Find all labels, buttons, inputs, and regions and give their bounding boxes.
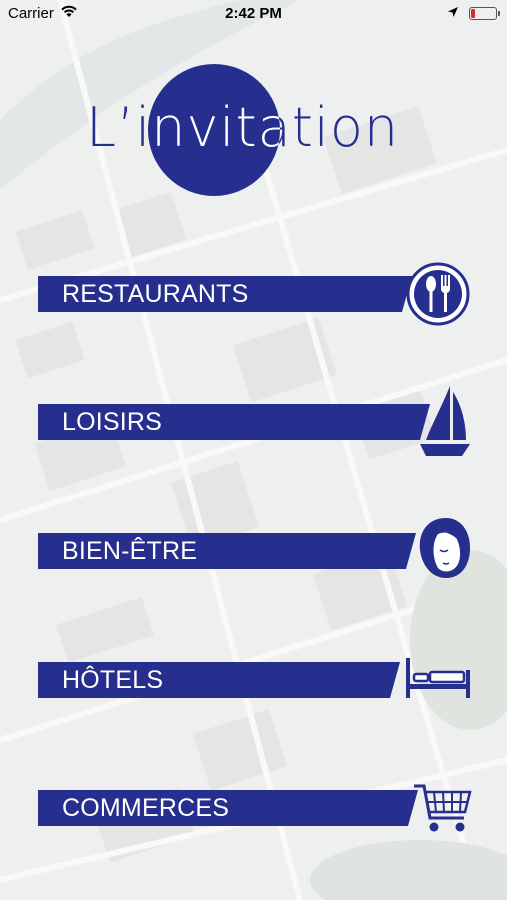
menu-label-hotels: HÔTELS (62, 666, 164, 694)
status-bar: Carrier 2:42 PM (0, 0, 507, 28)
shopping-cart-icon (412, 780, 474, 836)
clock: 2:42 PM (225, 5, 282, 22)
menu-item-restaurants[interactable]: RESTAURANTS (38, 262, 478, 332)
menu-label-commerces: COMMERCES (62, 794, 230, 822)
menu-label-restaurants: RESTAURANTS (62, 280, 249, 308)
menu-item-loisirs[interactable]: LOISIRS (38, 384, 478, 456)
sailboat-icon (416, 384, 474, 460)
menu-item-hotels[interactable]: HÔTELS (38, 648, 478, 718)
battery-level (471, 9, 475, 18)
woman-face-icon (416, 516, 472, 580)
battery-icon (469, 7, 500, 20)
menu-item-bien-etre[interactable]: BIEN-ÊTRE (38, 516, 478, 586)
menu-label-bien-etre: BIEN-ÊTRE (62, 537, 198, 565)
location-arrow-icon (447, 5, 459, 22)
brand-logo: L’invitation L’invitation (86, 64, 426, 196)
menu-item-commerces[interactable]: COMMERCES (38, 778, 478, 848)
status-right (447, 5, 500, 22)
menu-label-loisirs: LOISIRS (62, 408, 163, 436)
fork-spoon-icon (406, 262, 470, 326)
bed-icon (404, 654, 472, 700)
